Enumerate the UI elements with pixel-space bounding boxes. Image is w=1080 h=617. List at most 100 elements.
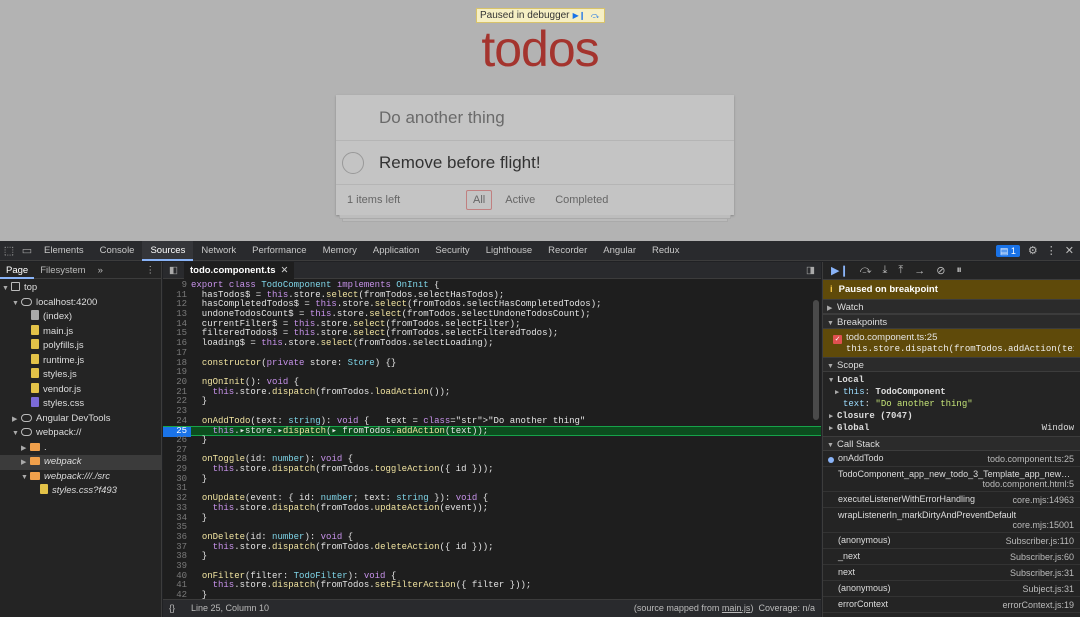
call-frame[interactable]: (anonymous)Subject.js:31 bbox=[823, 581, 1080, 597]
call-frame-function: wrapListenerIn_markDirtyAndPreventDefaul… bbox=[838, 510, 1074, 520]
todo-item[interactable]: Remove before flight! bbox=[336, 141, 734, 185]
new-todo-input[interactable]: Do another thing bbox=[336, 95, 734, 141]
tab-recorder[interactable]: Recorder bbox=[540, 241, 595, 261]
editor-scrollbar[interactable] bbox=[813, 300, 819, 420]
breakpoint-checkbox[interactable]: ✓ bbox=[833, 335, 842, 344]
deactivate-breakpoints-icon[interactable]: ⊘ bbox=[936, 264, 945, 277]
call-frame-location: core.mjs:15001 bbox=[838, 520, 1074, 530]
tree-item-webpack-folder[interactable]: ▶webpack bbox=[0, 455, 161, 470]
tab-application[interactable]: Application bbox=[365, 241, 427, 261]
scope-tree: ▼Local ▶this: TodoComponent text: "Do an… bbox=[823, 372, 1080, 436]
breakpoint-item[interactable]: ✓todo.component.ts:25 this.store.dispatc… bbox=[823, 329, 1080, 357]
nav-tab-page[interactable]: Page bbox=[0, 262, 34, 279]
tree-item-dot-folder[interactable]: ▶. bbox=[0, 441, 161, 456]
call-frame[interactable]: _nextSubscriber.js:60 bbox=[823, 549, 1080, 565]
section-call-stack[interactable]: ▼Call Stack bbox=[823, 436, 1080, 451]
filter-completed[interactable]: Completed bbox=[548, 190, 615, 210]
call-frame[interactable]: executeListenerWithErrorHandlingcore.mjs… bbox=[823, 492, 1080, 508]
todo-toggle-checkbox[interactable] bbox=[342, 152, 364, 174]
call-frame[interactable]: (anonymous)Subscriber.js:110 bbox=[823, 533, 1080, 549]
code-text: hasCompletedTodos$ = this.store.select(f… bbox=[191, 299, 602, 309]
pause-on-exceptions-icon[interactable]: ⏸ bbox=[956, 264, 962, 277]
tab-redux[interactable]: Redux bbox=[644, 241, 687, 261]
scope-text[interactable]: text: "Do another thing" bbox=[823, 398, 1080, 410]
cloud-icon bbox=[21, 428, 32, 436]
scope-global[interactable]: ▶GlobalWindow bbox=[823, 422, 1080, 434]
filter-active[interactable]: Active bbox=[498, 190, 542, 210]
tab-console[interactable]: Console bbox=[92, 241, 143, 261]
tab-performance[interactable]: Performance bbox=[244, 241, 314, 261]
toggle-debugger-icon[interactable]: ◨ bbox=[800, 265, 821, 276]
source-map-link[interactable]: main.js bbox=[722, 603, 751, 613]
step-out-icon[interactable]: ⤒ bbox=[898, 264, 903, 277]
todo-label: Remove before flight! bbox=[379, 153, 541, 173]
tab-lighthouse[interactable]: Lighthouse bbox=[478, 241, 540, 261]
call-frame-location: Subscriber.js:60 bbox=[1010, 552, 1074, 562]
code-text: constructor(private store: Store) {} bbox=[191, 358, 396, 368]
nav-tab-filesystem[interactable]: Filesystem bbox=[34, 262, 91, 279]
source-map-info: (source mapped from main.js) Coverage: n… bbox=[634, 600, 815, 617]
info-icon: i bbox=[830, 284, 833, 295]
editor-tab-todo-component[interactable]: todo.component.ts✕ bbox=[184, 262, 294, 279]
section-breakpoints[interactable]: ▼Breakpoints bbox=[823, 314, 1080, 329]
resume-icon[interactable]: ▶❙ bbox=[831, 264, 849, 277]
code-line: 24 onAddTodo(text: string): void { text … bbox=[163, 417, 821, 427]
gear-icon[interactable]: ⚙ bbox=[1028, 244, 1038, 257]
step-into-icon[interactable]: ⤓ bbox=[882, 264, 887, 277]
step-over-icon[interactable]: ⤼ bbox=[860, 264, 872, 277]
code-line: 22 } bbox=[163, 397, 821, 407]
section-scope[interactable]: ▼Scope bbox=[823, 357, 1080, 372]
call-frame[interactable]: onAddTodotodo.component.ts:25 bbox=[823, 451, 1080, 467]
code-line: 26 } bbox=[163, 436, 821, 446]
tree-item-label: (index) bbox=[43, 311, 72, 322]
pretty-print-button[interactable]: {} bbox=[169, 600, 175, 617]
tab-memory[interactable]: Memory bbox=[315, 241, 365, 261]
tree-item-polyfills-js[interactable]: polyfills.js bbox=[0, 339, 161, 354]
device-toolbar-icon[interactable]: ▭ bbox=[18, 244, 36, 257]
more-options-icon[interactable]: ⋮ bbox=[140, 262, 162, 279]
close-tab-icon[interactable]: ✕ bbox=[280, 265, 288, 276]
tree-item-localhost[interactable]: ▼localhost:4200 bbox=[0, 296, 161, 311]
tab-security[interactable]: Security bbox=[427, 241, 477, 261]
code-text: filteredTodos$ = this.store.select(fromT… bbox=[191, 328, 558, 338]
code-lines[interactable]: 9export class TodoComponent implements O… bbox=[163, 281, 821, 599]
debugger-toolbar: ▶❙ ⤼ ⤓ ⤒ → ⊘ ⏸ bbox=[823, 262, 1080, 280]
tree-item-styles-css-f493[interactable]: styles.css?f493 bbox=[0, 484, 161, 499]
filter-all[interactable]: All bbox=[466, 190, 492, 210]
scope-closure[interactable]: ▶Closure (7047) bbox=[823, 410, 1080, 422]
line-number[interactable]: 42 bbox=[163, 591, 191, 599]
tab-sources[interactable]: Sources bbox=[142, 241, 193, 261]
tree-item-src-folder[interactable]: ▼webpack:///./src bbox=[0, 470, 161, 485]
scope-text-value: "Do another thing" bbox=[875, 399, 972, 409]
close-icon[interactable]: ✕ bbox=[1065, 244, 1074, 257]
step-icon[interactable]: → bbox=[914, 265, 925, 277]
tree-item-index[interactable]: (index) bbox=[0, 310, 161, 325]
issues-badge[interactable]: ▤ 1 bbox=[996, 245, 1020, 257]
line-number[interactable]: 24 bbox=[163, 417, 191, 427]
toggle-navigator-icon[interactable]: ◧ bbox=[163, 265, 184, 276]
inspect-element-icon[interactable]: ⬚ bbox=[0, 244, 18, 257]
tab-angular[interactable]: Angular bbox=[595, 241, 644, 261]
source-map-prefix: (source mapped from bbox=[634, 603, 722, 613]
scope-local[interactable]: ▼Local bbox=[823, 374, 1080, 386]
tree-item-vendor-js[interactable]: vendor.js bbox=[0, 383, 161, 398]
tab-network[interactable]: Network bbox=[193, 241, 244, 261]
tree-item-runtime-js[interactable]: runtime.js bbox=[0, 354, 161, 369]
section-watch[interactable]: ▶Watch bbox=[823, 299, 1080, 314]
code-line: 37 this.store.dispatch(fromTodos.deleteA… bbox=[163, 543, 821, 553]
call-frame[interactable]: errorContexterrorContext.js:19 bbox=[823, 597, 1080, 613]
call-frame-location: core.mjs:14963 bbox=[1012, 495, 1074, 505]
call-frame[interactable]: TodoComponent_app_new_todo_3_Template_ap… bbox=[823, 467, 1080, 492]
tree-item-top[interactable]: ▼top bbox=[0, 281, 161, 296]
tree-item-angular-devtools[interactable]: ▶Angular DevTools bbox=[0, 412, 161, 427]
tree-item-styles-css[interactable]: styles.css bbox=[0, 397, 161, 412]
tree-item-main-js[interactable]: main.js bbox=[0, 325, 161, 340]
tab-elements[interactable]: Elements bbox=[36, 241, 92, 261]
tree-item-webpack[interactable]: ▼webpack:// bbox=[0, 426, 161, 441]
call-frame[interactable]: wrapListenerIn_markDirtyAndPreventDefaul… bbox=[823, 508, 1080, 533]
more-options-icon[interactable]: ⋮ bbox=[1046, 244, 1057, 257]
more-tabs-icon[interactable]: » bbox=[92, 262, 109, 279]
call-frame[interactable]: nextSubscriber.js:31 bbox=[823, 565, 1080, 581]
scope-this[interactable]: ▶this: TodoComponent bbox=[823, 386, 1080, 398]
tree-item-styles-js[interactable]: styles.js bbox=[0, 368, 161, 383]
